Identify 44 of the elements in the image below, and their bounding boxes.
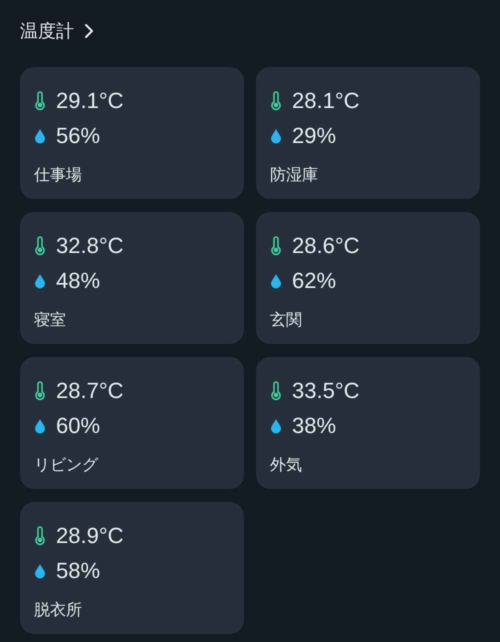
water-drop-icon	[270, 128, 282, 144]
room-name: リビング	[34, 455, 100, 476]
temperature-reading: 28.7°C	[56, 378, 124, 404]
temperature-reading: 28.1°C	[292, 88, 360, 114]
temperature-reading: 32.8°C	[56, 232, 124, 258]
humidity-reading: 38%	[292, 412, 336, 438]
humidity-reading: 58%	[56, 558, 100, 584]
temperature-reading: 33.5°C	[292, 378, 360, 404]
room-name: 脱衣所	[34, 600, 83, 621]
temperature-reading: 28.6°C	[292, 232, 360, 258]
water-drop-icon	[270, 418, 282, 434]
water-drop-icon	[34, 418, 46, 434]
sensor-card[interactable]: 28.1°C 29% 防湿庫	[256, 67, 480, 199]
thermometer-icon	[34, 90, 46, 110]
sensor-card[interactable]: 32.8°C 48% 寝室	[20, 212, 244, 344]
thermometer-icon	[34, 380, 46, 400]
sensor-card[interactable]: 28.6°C 62% 玄関	[256, 212, 480, 344]
room-name: 防湿庫	[270, 165, 319, 186]
sensor-card[interactable]: 33.5°C 38% 外気	[256, 357, 480, 489]
temperature-reading: 29.1°C	[56, 88, 124, 114]
water-drop-icon	[270, 272, 282, 288]
sensor-card[interactable]: 28.9°C 58% 脱衣所	[20, 502, 244, 634]
water-drop-icon	[34, 272, 46, 288]
thermometer-icon	[34, 236, 46, 256]
thermometer-icon	[270, 380, 282, 400]
humidity-reading: 60%	[56, 412, 100, 438]
sensor-card[interactable]: 29.1°C 56% 仕事場	[20, 67, 244, 199]
humidity-reading: 56%	[56, 122, 100, 148]
humidity-reading: 62%	[292, 268, 336, 294]
thermometer-icon	[270, 236, 282, 256]
temperature-reading: 28.9°C	[56, 522, 124, 548]
room-name: 仕事場	[34, 165, 83, 186]
humidity-reading: 29%	[292, 122, 336, 148]
room-name: 寝室	[34, 310, 67, 331]
chevron-right-icon[interactable]	[84, 23, 94, 39]
thermometer-icon	[270, 90, 282, 110]
section-title[interactable]: 温度計	[20, 19, 74, 43]
sensor-card[interactable]: 28.7°C 60% リビング	[20, 357, 244, 489]
thermometer-icon	[34, 526, 46, 546]
room-name: 玄関	[270, 310, 303, 331]
water-drop-icon	[34, 562, 46, 578]
humidity-reading: 48%	[56, 268, 100, 294]
room-name: 外気	[270, 455, 303, 476]
water-drop-icon	[34, 128, 46, 144]
